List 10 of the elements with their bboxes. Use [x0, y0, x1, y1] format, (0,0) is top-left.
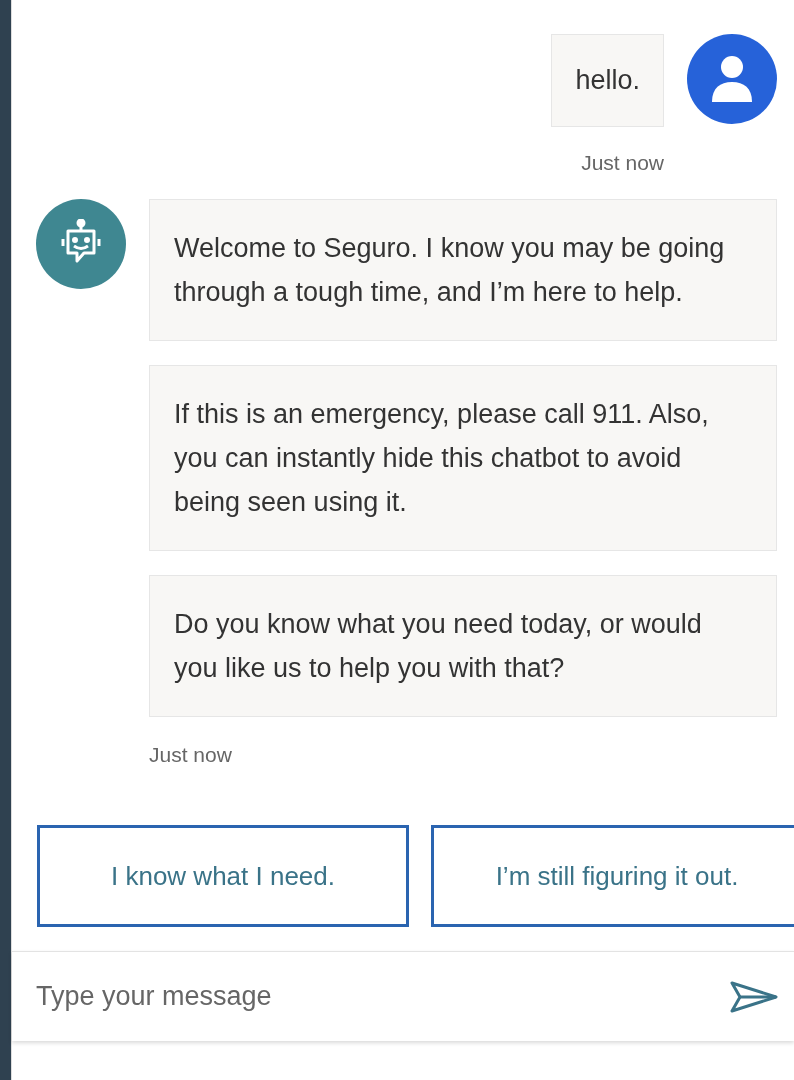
quick-reply-button[interactable]: I’m still figuring it out. [431, 825, 794, 927]
send-icon[interactable] [730, 980, 778, 1013]
message-time: Just now [149, 742, 232, 766]
bot-message: Do you know what you need today, or would you like us to help you with that? [149, 574, 777, 717]
bot-message: Welcome to Seguro. I know you may be going through a tough time, and I’m here to help. [149, 198, 777, 341]
bot-message: If this is an emergency, please call 911. Also, you can instantly hide this chatbot to avoid being seen using it. [149, 364, 777, 551]
message-input[interactable]: Type your message [36, 976, 730, 1017]
user-message: hello. [551, 34, 664, 127]
quick-reply-button[interactable]: I know what I need. [37, 825, 409, 927]
message-time: Just now [581, 150, 664, 176]
